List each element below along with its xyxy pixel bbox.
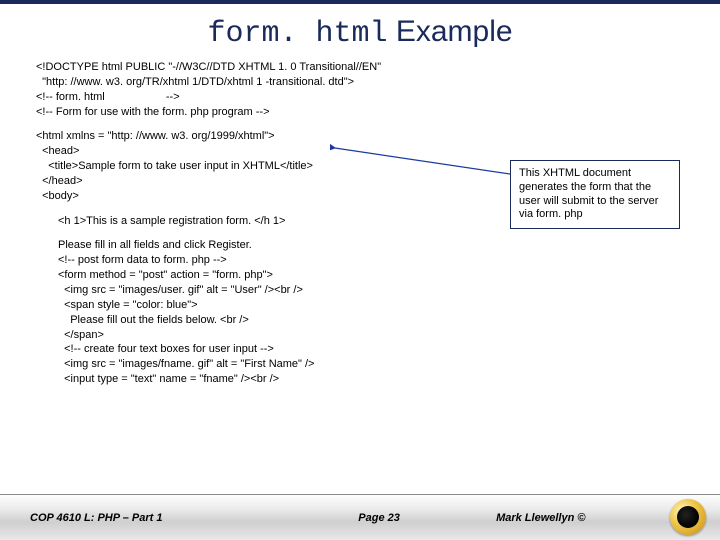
title-code: form. html xyxy=(207,17,387,51)
code-line: <img src = "images/user. gif" alt = "Use… xyxy=(36,283,684,298)
code-line: Please fill in all fields and click Regi… xyxy=(36,238,684,253)
code-line: <!-- create four text boxes for user inp… xyxy=(36,342,684,357)
code-line: <input type = "text" name = "fname" /><b… xyxy=(36,372,684,387)
footer-author: Mark Llewellyn © xyxy=(476,512,690,524)
callout-text: This XHTML document generates the form t… xyxy=(519,167,658,220)
slide-title: form. html Example xyxy=(0,4,720,60)
code-line: <img src = "images/fname. gif" alt = "Fi… xyxy=(36,357,684,372)
code-line: <!-- Form for use with the form. php pro… xyxy=(36,105,684,120)
footer-course: COP 4610 L: PHP – Part 1 xyxy=(30,512,282,524)
code-line: <head> xyxy=(36,144,684,159)
slide-footer: COP 4610 L: PHP – Part 1 Page 23 Mark Ll… xyxy=(0,494,720,540)
ucf-logo-icon xyxy=(670,499,706,535)
code-line: <!-- form. html --> xyxy=(36,90,684,105)
code-line: <!-- post form data to form. php --> xyxy=(36,253,684,268)
code-line: <!DOCTYPE html PUBLIC "-//W3C//DTD XHTML… xyxy=(36,60,684,75)
code-line: <form method = "post" action = "form. ph… xyxy=(36,268,684,283)
callout-box: This XHTML document generates the form t… xyxy=(510,160,680,229)
slide: form. html Example <!DOCTYPE html PUBLIC… xyxy=(0,4,720,540)
footer-page: Page 23 xyxy=(282,512,476,524)
code-line: "http: //www. w3. org/TR/xhtml 1/DTD/xht… xyxy=(36,75,684,90)
title-suffix: Example xyxy=(387,15,512,48)
code-line: Please fill out the fields below. <br /> xyxy=(36,313,684,328)
code-line: </span> xyxy=(36,328,684,343)
code-line: <html xmlns = "http: //www. w3. org/1999… xyxy=(36,129,684,144)
code-line: <span style = "color: blue"> xyxy=(36,298,684,313)
